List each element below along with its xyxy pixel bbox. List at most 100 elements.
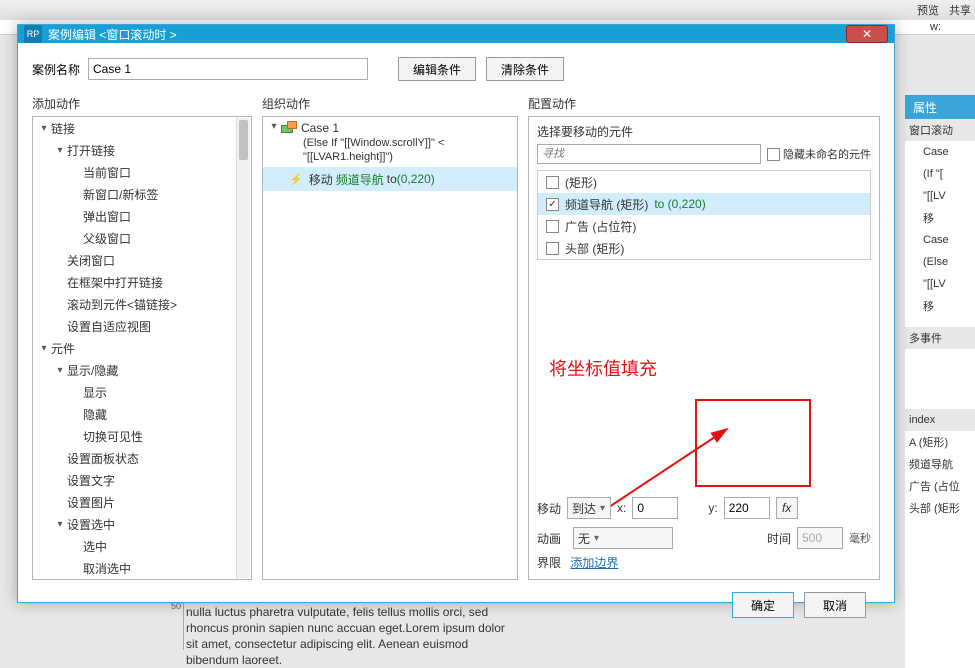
case-icon [281, 121, 297, 135]
action-tree-item[interactable]: 取消选中 [33, 557, 251, 579]
widget-name: 广告 (占位符) [565, 218, 636, 235]
action-tree-item[interactable]: 显示/隐藏 [33, 359, 251, 381]
move-action-row[interactable]: ⚡ 移动 频道导航 to (0,220) [263, 167, 517, 191]
hide-unnamed-label[interactable]: 隐藏未命名的元件 [767, 146, 871, 162]
action-tree-label: 设置图片 [67, 494, 115, 511]
action-tree-item[interactable]: 设置面板状态 [33, 447, 251, 469]
action-tree-item[interactable]: 切换可见性 [33, 425, 251, 447]
widget-list: (矩形) 频道导航 (矩形) to (0,220) 广告 (占位符) 头部 (矩形) [537, 170, 871, 260]
action-tree-item[interactable]: 隐藏 [33, 403, 251, 425]
app-icon: RP [24, 25, 42, 43]
bg-right-line: 移 [905, 207, 975, 229]
case-name-label: 案例名称 [32, 61, 80, 78]
anim-mode-select[interactable]: 无 [573, 527, 673, 549]
y-input[interactable] [724, 497, 770, 519]
widget-checkbox[interactable] [546, 176, 559, 189]
hide-unnamed-checkbox[interactable] [767, 148, 780, 161]
close-icon: ✕ [862, 27, 872, 41]
scroll-thumb[interactable] [239, 120, 248, 160]
bounds-label: 界限 [537, 556, 561, 570]
action-tree-item[interactable]: 打开链接 [33, 139, 251, 161]
bg-right-line: 头部 (矩形 [905, 497, 975, 519]
bg-right-line: "[[LV [905, 273, 975, 295]
widget-row[interactable]: 频道导航 (矩形) to (0,220) [538, 193, 870, 215]
widget-row[interactable]: (矩形) [538, 171, 870, 193]
caret-icon [269, 121, 279, 132]
dialog-title: 案例编辑 <窗口滚动时 > [48, 26, 846, 43]
widget-row[interactable]: 广告 (占位符) [538, 215, 870, 237]
action-tree-item[interactable]: 设置选中 [33, 513, 251, 535]
bg-right-line: index [905, 409, 975, 431]
widget-name: (矩形) [565, 174, 597, 191]
widget-row[interactable]: 头部 (矩形) [538, 237, 870, 259]
action-tree-item[interactable]: 元件 [33, 337, 251, 359]
action-tree-item[interactable]: 链接 [33, 117, 251, 139]
dialog-titlebar[interactable]: RP 案例编辑 <窗口滚动时 > ✕ [18, 25, 894, 43]
edit-condition-button[interactable]: 编辑条件 [398, 57, 476, 81]
case-editor-dialog: RP 案例编辑 <窗口滚动时 > ✕ 案例名称 编辑条件 清除条件 添加动作 链… [17, 24, 895, 603]
action-tree-item[interactable]: 新窗口/新标签 [33, 183, 251, 205]
time-input[interactable] [797, 527, 843, 549]
action-tree-label: 元件 [51, 340, 75, 357]
action-tree-item[interactable]: 弹出窗口 [33, 205, 251, 227]
action-tree-label: 弹出窗口 [83, 208, 131, 225]
widget-name: 头部 (矩形) [565, 240, 624, 257]
search-input[interactable] [537, 144, 761, 164]
w-label: w: [930, 21, 941, 33]
action-tree-item[interactable]: 选中 [33, 535, 251, 557]
clear-condition-button[interactable]: 清除条件 [486, 57, 564, 81]
ok-button[interactable]: 确定 [732, 592, 794, 618]
bg-right-panel: 属性 窗口滚动 Case (If "[ "[[LV 移 Case (Else "… [905, 95, 975, 668]
bg-right-line: (If "[ [905, 163, 975, 185]
action-tree-label: 隐藏 [83, 406, 107, 423]
caret-icon [39, 343, 49, 354]
action-tree-item[interactable]: 滚动到元件<锚链接> [33, 293, 251, 315]
widget-name: 频道导航 (矩形) [565, 196, 648, 213]
action-tree-item[interactable]: 关闭窗口 [33, 249, 251, 271]
bg-right-line: Case [905, 141, 975, 163]
bg-right-line: "[[LV [905, 185, 975, 207]
bg-share: 共享 [949, 2, 971, 18]
case-name-input[interactable] [88, 58, 368, 80]
organize-panel[interactable]: Case 1 (Else If "[[Window.scrollY]]" < "… [262, 116, 518, 580]
action-tree-label: 设置面板状态 [67, 450, 139, 467]
fx-button[interactable]: fx [776, 497, 798, 519]
bg-top-right: 预览 共享 [917, 2, 971, 18]
condition-text-1: (Else If "[[Window.scrollY]]" < [263, 136, 517, 150]
action-tree-label: 设置自适应视图 [67, 318, 151, 335]
cancel-button[interactable]: 取消 [804, 592, 866, 618]
time-label: 时间 [767, 530, 791, 547]
widget-coord: to (0,220) [654, 197, 705, 211]
action-tree-item[interactable]: 显示 [33, 381, 251, 403]
widget-checkbox[interactable] [546, 242, 559, 255]
bolt-icon: ⚡ [289, 173, 303, 186]
move-target: 频道导航 [336, 171, 384, 188]
action-tree-item[interactable]: 在框架中打开链接 [33, 271, 251, 293]
scrollbar[interactable] [236, 118, 250, 578]
action-tree-item[interactable]: 父级窗口 [33, 227, 251, 249]
action-tree-label: 设置选中 [67, 516, 115, 533]
x-input[interactable] [632, 497, 678, 519]
add-bounds-link[interactable]: 添加边界 [570, 556, 618, 570]
action-tree-item[interactable]: 设置图片 [33, 491, 251, 513]
annotation-box [695, 399, 811, 487]
coord-row: 移动 到达 x: y: fx [537, 497, 871, 519]
widget-checkbox[interactable] [546, 198, 559, 211]
action-tree-label: 显示/隐藏 [67, 362, 118, 379]
action-tree-item[interactable]: 当前窗口 [33, 161, 251, 183]
close-button[interactable]: ✕ [846, 25, 888, 43]
anim-label: 动画 [537, 530, 567, 547]
action-tree-item[interactable]: 设置文字 [33, 469, 251, 491]
caret-icon [55, 365, 65, 376]
action-tree-label: 打开链接 [67, 142, 115, 159]
ms-label: 毫秒 [849, 530, 871, 546]
bg-right-line: 移 [905, 295, 975, 317]
move-mode-select[interactable]: 到达 [567, 497, 611, 519]
actions-tree-panel[interactable]: 链接打开链接当前窗口新窗口/新标签弹出窗口父级窗口关闭窗口在框架中打开链接滚动到… [32, 116, 252, 580]
widget-checkbox[interactable] [546, 220, 559, 233]
action-tree-item[interactable]: 设置自适应视图 [33, 315, 251, 337]
action-tree-label: 在框架中打开链接 [67, 274, 163, 291]
case-node[interactable]: Case 1 [263, 117, 517, 136]
case-name-text: Case 1 [301, 121, 339, 136]
bg-right-line: 广告 (占位 [905, 475, 975, 497]
